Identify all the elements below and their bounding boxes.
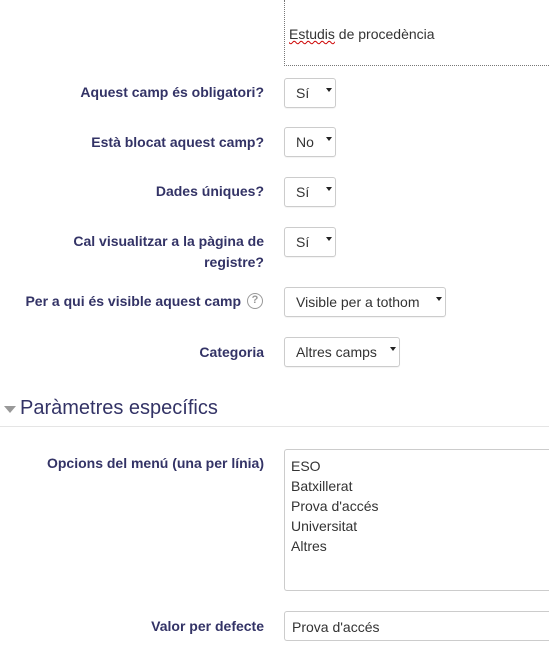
- menu-option-line: Altres: [291, 538, 327, 554]
- description-editor[interactable]: Estudis de procedència: [284, 0, 549, 66]
- section-header[interactable]: Paràmetres específics: [0, 396, 549, 427]
- menu-option-line: Batxillerat: [291, 478, 353, 494]
- category-label: Categoria: [199, 344, 264, 360]
- menu-option-line: ESO: [291, 458, 321, 474]
- menu-options-label: Opcions del menú (una per línia): [46, 455, 264, 471]
- collapse-triangle-icon: [4, 406, 16, 413]
- signup-label: Cal visualitzar a la pàgina de registre?: [73, 231, 264, 273]
- signup-label-line1: Cal visualitzar a la pàgina de: [73, 233, 264, 249]
- unique-select-value: Sí: [296, 184, 310, 200]
- chevron-down-icon: [326, 88, 332, 92]
- menu-options-textarea[interactable]: ESO Batxillerat Prova d'accés Universita…: [284, 449, 549, 591]
- chevron-down-icon: [436, 297, 442, 301]
- required-label: Aquest camp és obligatori?: [80, 84, 264, 100]
- unique-label: Dades úniques?: [155, 183, 264, 199]
- help-icon[interactable]: ?: [247, 293, 263, 309]
- unique-select[interactable]: Sí: [284, 177, 336, 207]
- required-select-value: Sí: [296, 85, 310, 101]
- signup-select-value: Sí: [296, 234, 310, 250]
- chevron-down-icon: [326, 187, 332, 191]
- editor-rest-text: de procedència: [334, 26, 435, 42]
- locked-label: Està blocat aquest camp?: [91, 134, 264, 150]
- default-value-text: Prova d'accés: [292, 619, 380, 635]
- editor-text: Estudis de procedència: [289, 26, 435, 42]
- locked-select-value: No: [296, 134, 314, 150]
- chevron-down-icon: [390, 347, 396, 351]
- visible-label: Per a qui és visible aquest camp: [25, 293, 241, 309]
- menu-option-line: Prova d'accés: [291, 498, 379, 514]
- category-select[interactable]: Altres camps: [284, 337, 400, 367]
- locked-select[interactable]: No: [284, 127, 336, 157]
- chevron-down-icon: [326, 137, 332, 141]
- visible-select[interactable]: Visible per a tothom: [284, 287, 446, 317]
- required-select[interactable]: Sí: [284, 78, 336, 108]
- menu-option-line: Universitat: [291, 518, 358, 534]
- default-value-input[interactable]: Prova d'accés: [284, 611, 549, 641]
- section-title: Paràmetres específics: [20, 397, 218, 419]
- default-value-label: Valor per defecte: [151, 618, 264, 634]
- visible-select-value: Visible per a tothom: [296, 294, 420, 310]
- signup-select[interactable]: Sí: [284, 227, 336, 257]
- signup-label-line2: registre?: [204, 254, 264, 270]
- chevron-down-icon: [326, 237, 332, 241]
- category-select-value: Altres camps: [296, 344, 377, 360]
- editor-first-word: Estudis: [289, 26, 335, 42]
